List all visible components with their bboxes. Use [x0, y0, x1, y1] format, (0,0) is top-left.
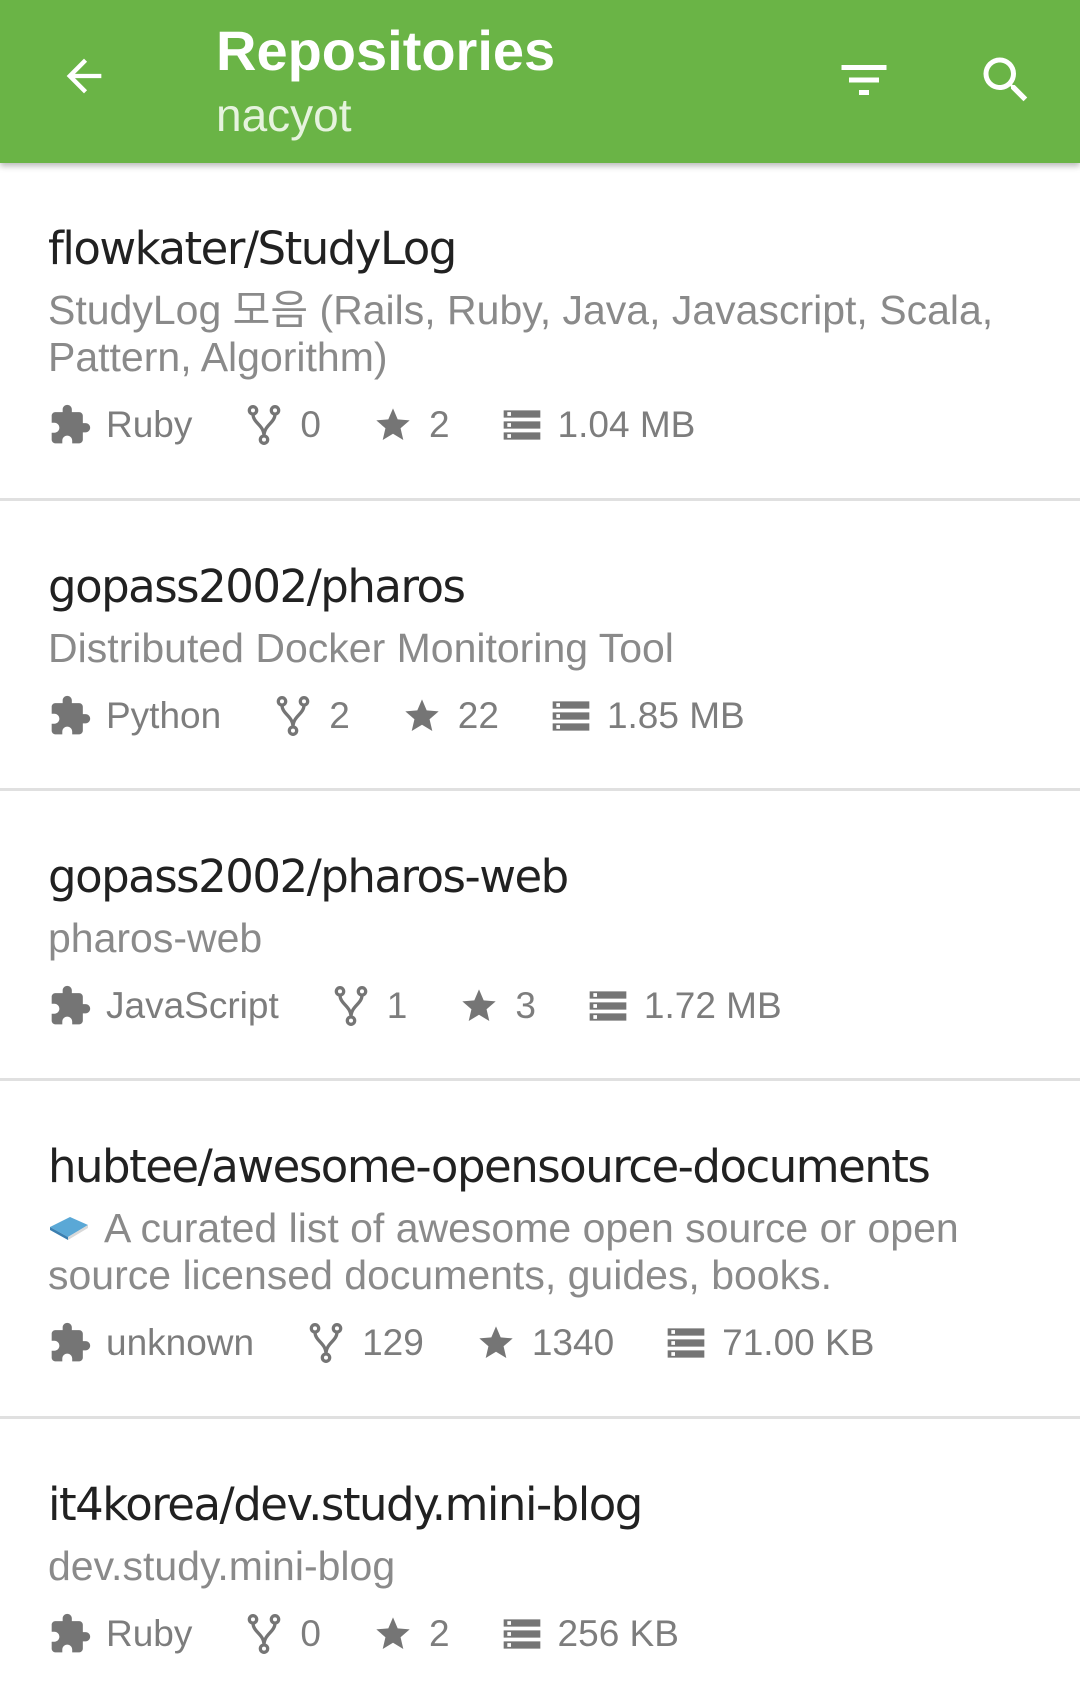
forks-count: 2 [329, 695, 350, 736]
repository-name: gopass2002/pharos [48, 560, 466, 613]
puzzle-icon [48, 694, 92, 738]
forks-stat: 2 [271, 694, 350, 738]
forks-count: 0 [300, 1613, 321, 1654]
repository-description: A curated list of awesome open source or… [48, 1205, 1032, 1299]
repository-list: flowkater/StudyLog StudyLog 모음 (Rails, R… [0, 163, 1080, 1699]
repository-name: it4korea/dev.study.mini-blog [48, 1478, 643, 1531]
stars-count: 2 [428, 1613, 450, 1654]
size-label: 1.72 MB [643, 985, 782, 1026]
stars-count: 2 [428, 404, 450, 445]
fork-icon [304, 1321, 348, 1365]
forks-count: 0 [300, 404, 321, 445]
fork-icon [271, 694, 315, 738]
repository-meta: Ruby 0 2 256 KB [48, 1604, 1032, 1664]
repository-item[interactable]: flowkater/StudyLog StudyLog 모음 (Rails, R… [0, 163, 1080, 501]
search-button[interactable] [970, 44, 1042, 116]
toolbar-titles: Repositories nacyot [216, 14, 555, 142]
storage-icon [500, 1612, 544, 1656]
size-stat: 1.04 MB [500, 403, 696, 447]
language-label: Ruby [106, 404, 193, 445]
language-stat: Ruby [48, 403, 192, 447]
size-stat: 1.72 MB [586, 984, 782, 1028]
forks-count: 1 [386, 985, 408, 1026]
stars-count: 3 [515, 985, 536, 1026]
size-label: 1.85 MB [606, 695, 745, 736]
stars-stat: 3 [457, 984, 536, 1028]
star-icon [371, 1612, 415, 1656]
repository-meta: Ruby 0 2 1.04 MB [48, 395, 1032, 455]
repository-item[interactable]: gopass2002/pharos Distributed Docker Mon… [0, 501, 1080, 791]
star-icon [474, 1321, 518, 1365]
repository-item[interactable]: hubtee/awesome-opensource-documents A cu… [0, 1081, 1080, 1419]
size-label: 256 KB [557, 1613, 679, 1654]
forks-count: 129 [362, 1322, 424, 1363]
language-stat: Ruby [48, 1612, 192, 1656]
repository-meta: unknown 129 1340 71.00 KB [48, 1313, 1032, 1373]
stars-stat: 1340 [474, 1321, 614, 1365]
storage-icon [549, 694, 593, 738]
repository-description: dev.study.mini-blog [48, 1543, 396, 1589]
star-icon [457, 984, 501, 1028]
page-subtitle: nacyot [216, 89, 352, 141]
size-stat: 1.85 MB [549, 694, 745, 738]
fork-icon [242, 1612, 286, 1656]
stars-count: 22 [457, 695, 499, 736]
size-label: 71.00 KB [722, 1322, 875, 1363]
app-bar: Repositories nacyot [0, 0, 1080, 163]
language-stat: unknown [48, 1321, 254, 1365]
description-text: A curated list of awesome open source or… [48, 1205, 959, 1298]
forks-stat: 1 [329, 984, 408, 1028]
language-stat: Python [48, 694, 221, 738]
repository-name: hubtee/awesome-opensource-documents [48, 1140, 931, 1193]
back-button[interactable] [52, 44, 116, 108]
repository-description: pharos-web [48, 915, 263, 961]
storage-icon [586, 984, 630, 1028]
fork-icon [329, 984, 373, 1028]
puzzle-icon [48, 1612, 92, 1656]
puzzle-icon [48, 403, 92, 447]
repository-meta: JavaScript 1 3 1.72 MB [48, 976, 1032, 1036]
size-stat: 256 KB [500, 1612, 679, 1656]
repository-item[interactable]: gopass2002/pharos-web pharos-web JavaScr… [0, 791, 1080, 1081]
filter-icon [841, 65, 887, 95]
arrow-left-icon [66, 58, 102, 94]
repository-description: StudyLog 모음 (Rails, Ruby, Java, Javascri… [48, 287, 994, 380]
language-label: Ruby [106, 1613, 193, 1654]
stars-stat: 22 [400, 694, 499, 738]
search-icon [983, 57, 1028, 102]
repository-description: Distributed Docker Monitoring Tool [48, 625, 674, 671]
star-icon [400, 694, 444, 738]
repository-name: flowkater/StudyLog [48, 222, 457, 275]
size-stat: 71.00 KB [664, 1321, 874, 1365]
size-label: 1.04 MB [557, 404, 696, 445]
forks-stat: 0 [242, 403, 321, 447]
repository-item[interactable]: it4korea/dev.study.mini-blog dev.study.m… [0, 1419, 1080, 1699]
language-label: unknown [106, 1322, 255, 1363]
book-emoji-icon [50, 1217, 88, 1241]
stars-count: 1340 [531, 1322, 615, 1363]
language-stat: JavaScript [48, 984, 279, 1028]
fork-icon [242, 403, 286, 447]
puzzle-icon [48, 984, 92, 1028]
repository-meta: Python 2 22 1.85 MB [48, 686, 1032, 746]
storage-icon [664, 1321, 708, 1365]
stars-stat: 2 [371, 1612, 450, 1656]
stars-stat: 2 [371, 403, 450, 447]
repository-name: gopass2002/pharos-web [48, 850, 569, 903]
language-label: JavaScript [106, 985, 279, 1026]
filter-button[interactable] [828, 44, 900, 116]
star-icon [371, 403, 415, 447]
forks-stat: 129 [304, 1321, 424, 1365]
puzzle-icon [48, 1321, 92, 1365]
language-label: Python [106, 695, 222, 736]
page-title: Repositories [216, 19, 556, 82]
storage-icon [500, 403, 544, 447]
forks-stat: 0 [242, 1612, 321, 1656]
